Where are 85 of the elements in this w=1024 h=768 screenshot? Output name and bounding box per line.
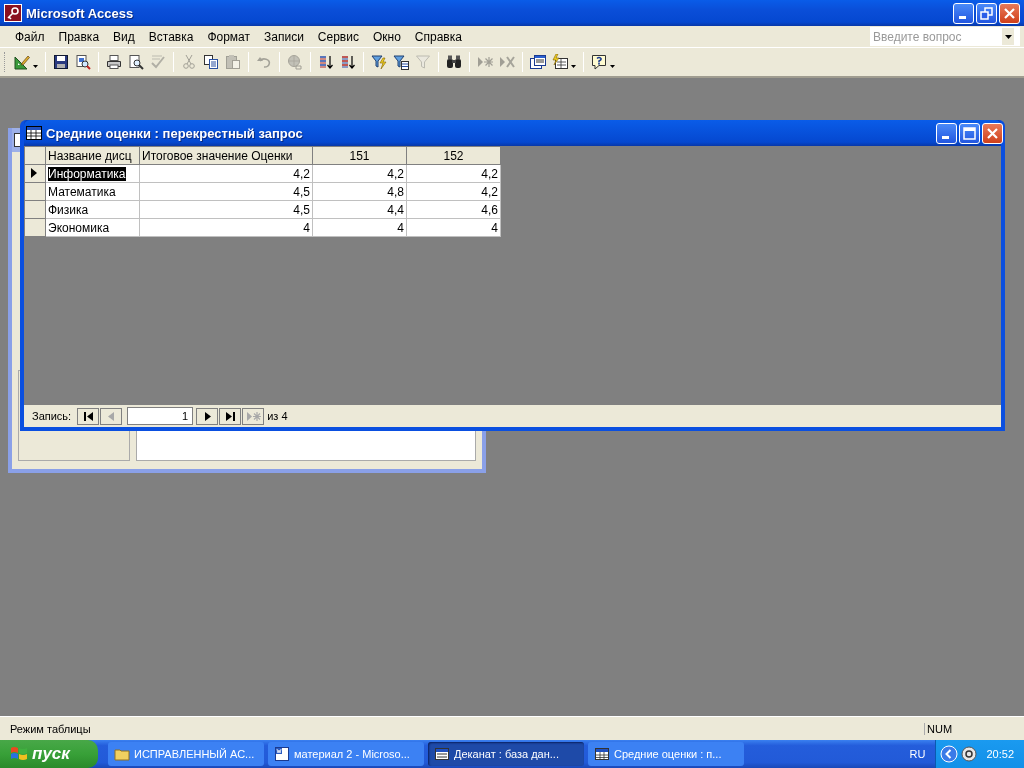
filter-lightning-icon[interactable] bbox=[371, 54, 387, 70]
menu-item[interactable]: Окно bbox=[365, 27, 408, 46]
column-header[interactable]: 151 bbox=[312, 146, 407, 165]
table-cell: Информатика bbox=[48, 166, 126, 181]
close-button[interactable] bbox=[999, 2, 1020, 24]
database-window-icon[interactable] bbox=[530, 54, 546, 70]
maximize-button[interactable] bbox=[959, 122, 980, 144]
help-bubble-icon[interactable] bbox=[591, 54, 607, 70]
menu-item[interactable]: Справка bbox=[407, 27, 469, 46]
datasheet-icon bbox=[26, 126, 42, 140]
minimize-icon bbox=[958, 15, 966, 19]
menu-item[interactable]: Сервис bbox=[310, 27, 366, 46]
status-text: Режим таблицы bbox=[10, 722, 92, 735]
language-indicator[interactable]: RU bbox=[909, 748, 926, 760]
menu-item[interactable]: Файл bbox=[8, 27, 52, 46]
table-cell: 4,2 bbox=[387, 166, 404, 181]
table-cell: Экономика bbox=[48, 220, 110, 235]
column-header bbox=[24, 146, 46, 165]
menu-item[interactable]: Вставка bbox=[141, 27, 201, 46]
filter-form-icon[interactable] bbox=[393, 54, 409, 70]
sort-descending-icon[interactable] bbox=[340, 54, 356, 70]
last-record-button[interactable] bbox=[219, 407, 242, 425]
restore-button[interactable] bbox=[976, 2, 997, 24]
window-title: Средние оценки : перекрестный запрос bbox=[46, 125, 304, 141]
table-cell: 4,2 bbox=[481, 166, 498, 181]
dropdown-arrow-icon[interactable] bbox=[33, 64, 38, 68]
dropdown-arrow-icon[interactable] bbox=[610, 64, 615, 68]
windows-flag-icon bbox=[10, 745, 28, 763]
sort-ascending-icon[interactable] bbox=[318, 54, 334, 70]
current-record-icon bbox=[31, 167, 37, 178]
window-icon bbox=[434, 746, 450, 762]
table-cell: 4,6 bbox=[481, 202, 498, 217]
first-record-button[interactable] bbox=[77, 407, 100, 425]
printer-icon[interactable] bbox=[106, 54, 122, 70]
datasheet-icon bbox=[594, 746, 610, 762]
close-icon bbox=[987, 127, 998, 139]
record-number-field[interactable]: 1 bbox=[127, 407, 194, 425]
table-cell: 4,5 bbox=[293, 202, 310, 217]
table-cell: Математика bbox=[48, 184, 116, 199]
record-count: из 4 bbox=[267, 410, 288, 422]
menu-item[interactable]: Записи bbox=[257, 27, 311, 46]
copy-icon[interactable] bbox=[203, 54, 219, 70]
table-cell: 4,2 bbox=[481, 184, 498, 199]
maximize-icon bbox=[963, 126, 976, 140]
num-lock-indicator: NUM bbox=[924, 722, 1014, 735]
table-cell: Физика bbox=[48, 202, 89, 217]
record-label: Запись: bbox=[32, 410, 72, 422]
menu-item[interactable]: Вид bbox=[106, 27, 142, 46]
close-button[interactable] bbox=[982, 122, 1003, 144]
column-header[interactable]: 152 bbox=[406, 146, 501, 165]
new-object-icon[interactable] bbox=[552, 54, 568, 70]
new-record-icon bbox=[245, 409, 261, 423]
column-header[interactable]: Итоговое значение Оценки bbox=[139, 146, 313, 165]
column-header[interactable]: Название дисц bbox=[45, 146, 140, 165]
print-preview-icon[interactable] bbox=[128, 54, 144, 70]
table-cell: 4,2 bbox=[293, 166, 310, 181]
menu-item[interactable]: Правка bbox=[51, 27, 107, 46]
taskbar-button[interactable]: Средние оценки : п... bbox=[588, 742, 744, 766]
minimize-button[interactable] bbox=[936, 122, 957, 144]
taskbar-button[interactable]: Деканат : база дан... bbox=[428, 742, 584, 766]
minimize-icon bbox=[941, 135, 949, 139]
table-cell: 4,4 bbox=[387, 202, 404, 217]
ruler-pencil-icon[interactable] bbox=[14, 54, 30, 70]
table-cell: 4,5 bbox=[293, 184, 310, 199]
close-icon bbox=[1004, 7, 1015, 19]
table-cell: 4,8 bbox=[387, 184, 404, 199]
menu-item[interactable]: Формат bbox=[200, 27, 258, 46]
binoculars-icon[interactable] bbox=[446, 54, 462, 70]
key-icon bbox=[4, 4, 22, 22]
table-cell: 4 bbox=[491, 220, 498, 235]
taskbar-button[interactable]: материал 2 - Microso... bbox=[268, 742, 424, 766]
circle-icon[interactable] bbox=[961, 746, 978, 762]
question-field[interactable]: Введите вопрос bbox=[870, 27, 1020, 46]
restore-icon bbox=[980, 6, 993, 20]
dropdown-arrow-icon[interactable] bbox=[571, 64, 576, 68]
taskbar-button[interactable]: ИСПРАВЛЕННЫЙ АС... bbox=[108, 742, 264, 766]
minimize-button[interactable] bbox=[953, 2, 974, 24]
document-magnifier-icon[interactable] bbox=[75, 54, 91, 70]
table-cell: 4 bbox=[397, 220, 404, 235]
arrow-left-icon[interactable] bbox=[940, 745, 959, 763]
document-icon bbox=[274, 746, 290, 762]
table-cell: 4 bbox=[303, 220, 310, 235]
folder-icon bbox=[114, 746, 130, 762]
window-title: Microsoft Access bbox=[26, 5, 135, 21]
next-record-button[interactable] bbox=[196, 407, 219, 425]
